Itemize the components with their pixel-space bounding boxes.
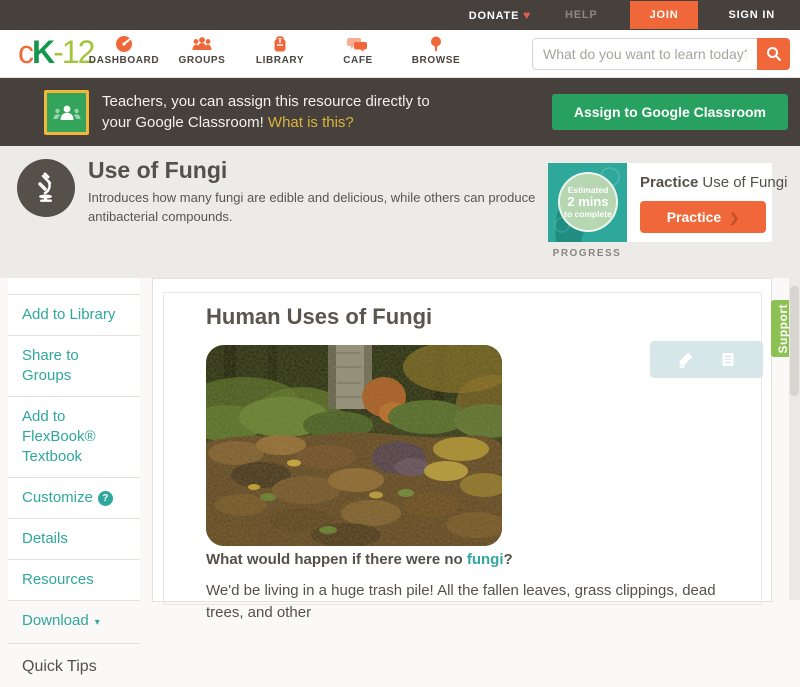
search-input[interactable] <box>532 38 757 70</box>
sidebar-item-details[interactable]: Details <box>8 518 140 559</box>
top-bar: DONATE ♥ HELP JOIN SIGN IN <box>0 0 800 30</box>
classroom-banner: Teachers, you can assign this resource d… <box>0 78 800 146</box>
google-classroom-icon <box>44 90 89 135</box>
scrollbar-thumb[interactable] <box>790 286 799 396</box>
lesson-title: Use of Fungi <box>88 157 227 184</box>
practice-progress-image[interactable]: Estimated 2 mins to complete <box>548 163 627 242</box>
lesson-description: Introduces how many fungi are edible and… <box>88 188 558 226</box>
donate-link[interactable]: DONATE ♥ <box>469 8 531 22</box>
sidebar-item-resources[interactable]: Resources <box>8 559 140 600</box>
join-button[interactable]: JOIN <box>630 1 699 29</box>
help-question-icon[interactable]: ? <box>98 491 113 506</box>
microscope-icon <box>17 159 75 217</box>
groups-people-icon <box>191 35 213 53</box>
caret-down-icon: ▾ <box>95 617 100 628</box>
sidebar-item-customize[interactable]: Customize? <box>8 477 140 518</box>
search-bar <box>532 38 790 70</box>
banner-text: Teachers, you can assign this resource d… <box>102 91 430 133</box>
sidebar-item-download[interactable]: Download▾ <box>8 600 140 643</box>
practice-panel: PracticeUse of Fungi Practice❯ <box>627 163 772 242</box>
article-card: Human Uses of Fungi <box>152 278 772 602</box>
lesson-header: Use of Fungi Introduces how many fungi a… <box>0 146 800 278</box>
nav-item-browse[interactable]: BROWSE <box>400 35 472 66</box>
practice-button[interactable]: Practice❯ <box>640 201 766 233</box>
article-heading: Human Uses of Fungi <box>206 304 432 330</box>
ck12-logo[interactable]: cK-12 <box>18 34 93 71</box>
cafe-chat-icon <box>347 35 369 53</box>
browse-bulb-icon <box>425 35 447 53</box>
nav-item-dashboard[interactable]: DASHBOARD <box>88 35 160 66</box>
compost-pile-image <box>206 345 502 546</box>
estimated-time-badge: Estimated 2 mins to complete <box>558 172 618 232</box>
library-backpack-icon <box>269 35 291 53</box>
dashboard-gauge-icon <box>113 35 135 53</box>
sidebar-item-add-to-flexbook[interactable]: Add to FlexBook® Textbook <box>8 396 140 477</box>
sidebar-item-quick-tips[interactable]: Quick Tips <box>8 643 140 687</box>
heart-icon: ♥ <box>523 8 531 22</box>
sign-in-link[interactable]: SIGN IN <box>728 9 775 21</box>
lesson-sidebar: Add to Library Share to Groups Add to Fl… <box>8 278 140 600</box>
sidebar-item-share-to-groups[interactable]: Share to Groups <box>8 335 140 396</box>
practice-title: PracticeUse of Fungi <box>640 174 787 191</box>
search-icon <box>766 46 782 62</box>
fungi-term-link[interactable]: fungi <box>467 551 504 568</box>
notes-icon[interactable] <box>720 351 736 368</box>
article-question: What would happen if there were no fungi… <box>206 551 513 568</box>
nav-item-library[interactable]: LIBRARY <box>244 35 316 66</box>
highlighter-icon[interactable] <box>677 351 694 368</box>
help-link[interactable]: HELP <box>565 9 598 21</box>
article-paragraph: We'd be living in a huge trash pile! All… <box>206 580 751 624</box>
scrollbar[interactable] <box>789 278 800 600</box>
what-is-this-link[interactable]: What is this? <box>268 114 354 131</box>
search-button[interactable] <box>757 38 790 70</box>
nav-item-groups[interactable]: GROUPS <box>166 35 238 66</box>
progress-label: PROGRESS <box>544 248 630 259</box>
chevron-right-icon: ❯ <box>729 211 739 225</box>
assign-to-classroom-button[interactable]: Assign to Google Classroom <box>552 94 788 130</box>
annotation-toolbar <box>650 341 763 378</box>
nav-item-cafe[interactable]: CAFE <box>322 35 394 66</box>
main-nav: cK-12 DASHBOARD GROUPS LIBRARY CAFE BROW… <box>0 30 800 78</box>
sidebar-item-add-to-library[interactable]: Add to Library <box>8 294 140 335</box>
